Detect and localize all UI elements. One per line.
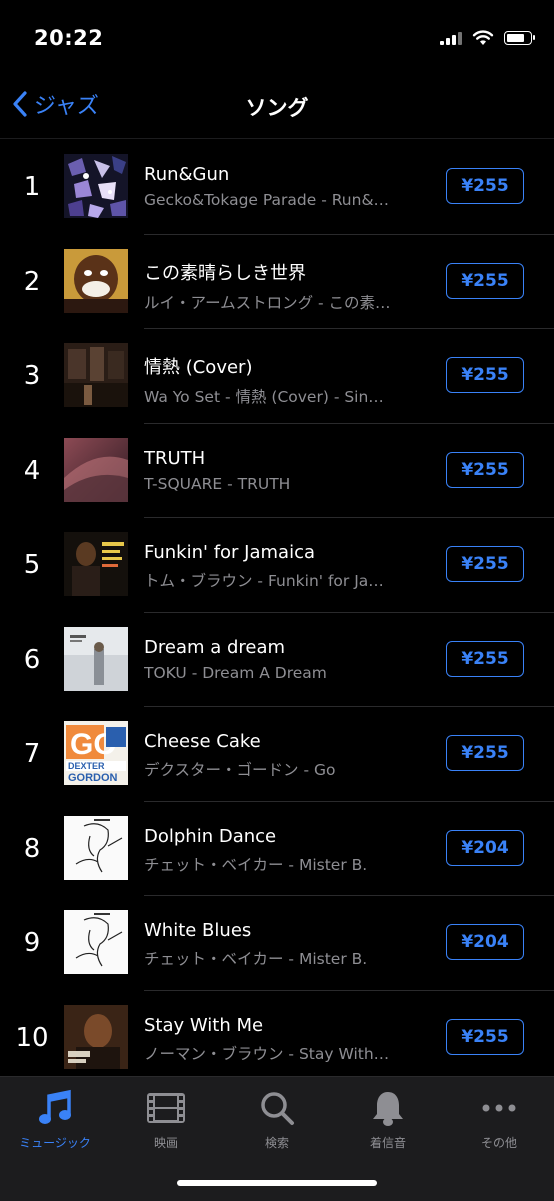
price-button[interactable]: ¥255 [446,1018,524,1055]
navigation-bar: ジャズ ソング [0,80,554,139]
song-subtitle: TOKU - Dream A Dream [144,663,327,682]
album-art [64,437,128,502]
status-time: 20:22 [34,26,104,50]
song-title: この素晴らしき世界 [144,262,306,284]
price-button[interactable]: ¥255 [446,451,524,488]
price-button[interactable]: ¥255 [446,735,524,771]
tab-label: 着信音 [369,1136,406,1150]
price-button[interactable]: ¥204 [446,829,524,866]
tab-label: その他 [480,1136,517,1150]
song-title: Dream a dream [144,636,286,658]
song-subtitle: ノーマン・ブラウン - Stay With… [144,1044,390,1063]
rank-number: 7 [23,739,41,770]
tab-label: 検索 [264,1136,289,1150]
album-art [64,1004,128,1069]
album-art [64,910,128,974]
song-subtitle: チェット・ベイカー - Mister B. [144,950,368,968]
battery-icon [504,31,535,45]
song-subtitle: トム・ブラウン - Funkin' for Ja… [144,572,384,590]
song-row[interactable]: 10 Stay With Me ノーマン・ブラウン - Stay With… ¥… [0,991,554,1086]
song-title: Stay With Me [144,1014,264,1036]
tab-search[interactable]: 検索 [222,1085,332,1151]
song-title: Cheese Cake [144,731,261,752]
song-row[interactable]: 5 Funkin' for Jamaica トム・ブラウン - Funkin' … [0,518,554,613]
tab-label: ミュージック [19,1136,91,1150]
song-subtitle: ルイ・アームストロング - この素… [144,293,391,312]
tab-label: 映画 [153,1136,178,1150]
album-art [64,343,128,407]
album-art [64,815,128,880]
price-button[interactable]: ¥255 [446,546,524,582]
song-info: この素晴らしき世界 ルイ・アームストロング - この素… [144,259,414,313]
price-button[interactable]: ¥255 [446,168,524,204]
song-subtitle: Gecko&Tokage Parade - Run&… [144,191,390,209]
status-icons [440,30,535,46]
song-list: 1 Run&Gun Gecko&Tokage Parade - Run&… ¥2… [0,140,554,1085]
music-note-icon [39,1089,71,1124]
wifi-icon [472,30,494,45]
song-info: TRUTH T-SQUARE - TRUTH [144,448,414,493]
album-art: GO DEXTER GORDON [64,721,128,785]
song-row[interactable]: 1 Run&Gun Gecko&Tokage Parade - Run&… ¥2… [0,140,554,235]
price-button[interactable]: ¥255 [446,262,524,299]
bell-icon [373,1092,403,1126]
song-subtitle: Wa Yo Set - 情熱 (Cover) - Sin… [144,388,384,406]
song-row[interactable]: 3 情熱 (Cover) Wa Yo Set - 情熱 (Cover) - Si… [0,329,554,424]
song-info: Stay With Me ノーマン・ブラウン - Stay With… [144,1015,414,1064]
song-title: 情熱 (Cover) [144,357,253,378]
cellular-signal-icon [440,31,462,45]
film-icon [147,1093,185,1123]
song-row[interactable]: 7 GO DEXTER GORDON Cheese Cake デクスター・ゴード… [0,707,554,802]
song-row[interactable]: 4 TRUTH T-SQUARE - TRUTH ¥255 [0,424,554,519]
page-title: ソング [245,96,309,120]
album-art [64,626,128,691]
svg-text:DEXTER: DEXTER [68,761,105,771]
song-info: Funkin' for Jamaica トム・ブラウン - Funkin' fo… [144,542,414,591]
status-bar: 20:22 [0,0,554,80]
svg-text:GORDON: GORDON [68,772,118,784]
song-subtitle: T-SQUARE - TRUTH [144,474,291,493]
tab-music[interactable]: ミュージック [0,1085,110,1151]
rank-number: 10 [15,1022,49,1053]
song-row[interactable]: 6 Dream a dream TOKU - Dream A Dream ¥25… [0,613,554,708]
tab-ringtones[interactable]: 着信音 [333,1085,443,1151]
song-title: Run&Gun [144,164,230,185]
search-icon [261,1092,294,1125]
rank-number: 2 [23,266,41,297]
song-title: TRUTH [144,447,206,469]
song-row[interactable]: 8 Dolphin Dance チェット・ベイカー - Mister B. ¥2… [0,802,554,897]
song-title: Dolphin Dance [144,825,277,847]
home-indicator[interactable] [177,1180,377,1186]
album-art [64,154,128,218]
song-row[interactable]: 2 この素晴らしき世界 ルイ・アームストロング - この素… ¥255 [0,235,554,330]
rank-number: 5 [23,550,41,581]
rank-number: 3 [23,361,41,392]
rank-number: 1 [23,172,41,203]
more-icon [482,1104,516,1112]
song-info: White Blues チェット・ベイカー - Mister B. [144,920,414,969]
tab-more[interactable]: その他 [444,1085,554,1151]
tab-movies[interactable]: 映画 [111,1085,221,1151]
song-title: Funkin' for Jamaica [144,542,315,563]
song-subtitle: デクスター・ゴードン - Go [144,761,336,779]
rank-number: 6 [23,644,41,675]
rank-number: 8 [23,833,41,864]
song-subtitle: チェット・ベイカー - Mister B. [144,855,368,874]
song-info: Dolphin Dance チェット・ベイカー - Mister B. [144,826,414,875]
album-art [64,532,128,596]
price-button[interactable]: ¥255 [446,640,524,677]
rank-number: 4 [23,455,41,486]
rank-number: 9 [23,928,41,959]
price-button[interactable]: ¥204 [446,924,524,960]
album-art [64,248,128,313]
song-row[interactable]: 9 White Blues チェット・ベイカー - Mister B. ¥204 [0,896,554,991]
song-info: Cheese Cake デクスター・ゴードン - Go [144,731,414,780]
song-info: Dream a dream TOKU - Dream A Dream [144,637,414,682]
song-title: White Blues [144,920,252,941]
song-info: Run&Gun Gecko&Tokage Parade - Run&… [144,164,414,209]
song-info: 情熱 (Cover) Wa Yo Set - 情熱 (Cover) - Sin… [144,353,414,407]
price-button[interactable]: ¥255 [446,357,524,393]
